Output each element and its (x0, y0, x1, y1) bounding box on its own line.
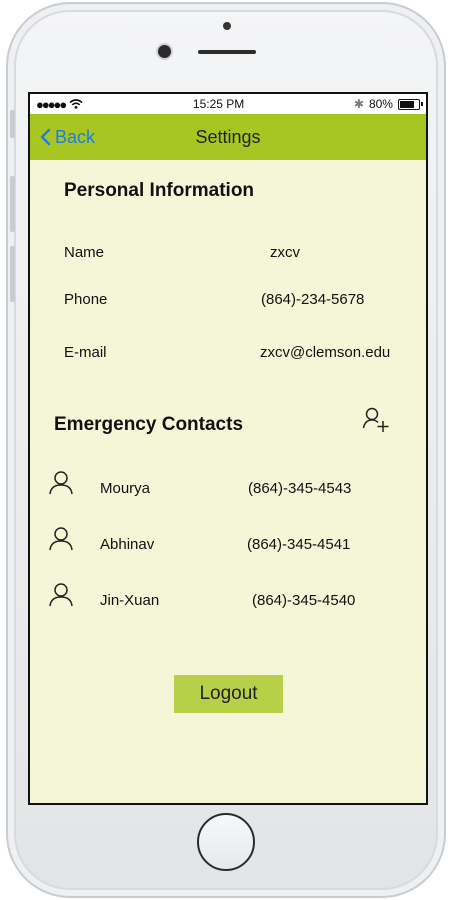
home-button[interactable] (197, 813, 255, 871)
signal-strength: ●●●●● (36, 96, 67, 112)
sensor-dot (223, 22, 231, 30)
phone-value: (864)-234-5678 (261, 291, 365, 308)
personal-info-heading: Personal Information (64, 180, 255, 201)
status-time: 15:25 PM (192, 97, 245, 111)
app-screen: ●●●●● 15:25 PM ✱ 80% Back Settings Perso… (28, 92, 428, 805)
phone-label: Phone (64, 291, 108, 308)
contact-phone: (864)-345-4541 (247, 536, 351, 553)
name-value: zxcv (270, 244, 300, 261)
contact-phone: (864)-345-4543 (248, 480, 352, 497)
battery-icon (397, 98, 423, 110)
battery-percent: 80% (368, 97, 393, 111)
bluetooth-icon: ✱ (353, 97, 364, 111)
email-value: zxcv@clemson.edu (260, 344, 391, 361)
nav-bar: Back Settings (30, 114, 426, 160)
wifi-icon (69, 99, 83, 109)
email-label: E-mail (64, 344, 107, 361)
earpiece-speaker (198, 50, 256, 54)
status-bar: ●●●●● 15:25 PM ✱ 80% (30, 94, 426, 114)
back-label: Back (55, 126, 96, 147)
logout-button[interactable]: Logout (174, 675, 283, 713)
add-contact-icon[interactable] (362, 406, 390, 434)
contact-person-icon (49, 471, 73, 495)
contact-name: Jin-Xuan (100, 592, 160, 609)
chevron-left-icon (40, 128, 51, 146)
volume-down-button (10, 246, 15, 302)
volume-up-button (10, 176, 15, 232)
contact-phone: (864)-345-4540 (252, 592, 356, 609)
front-camera (158, 45, 171, 58)
emergency-contacts-heading: Emergency Contacts (54, 414, 244, 435)
mute-switch (10, 110, 15, 138)
name-label: Name (64, 244, 105, 261)
status-left: ●●●●● (36, 97, 83, 112)
contact-name: Abhinav (100, 536, 155, 553)
contact-person-icon (49, 527, 73, 551)
contact-person-icon (49, 583, 73, 607)
contact-name: Mourya (100, 480, 151, 497)
back-button[interactable]: Back (40, 114, 95, 160)
status-right: ✱ 80% (353, 97, 423, 111)
